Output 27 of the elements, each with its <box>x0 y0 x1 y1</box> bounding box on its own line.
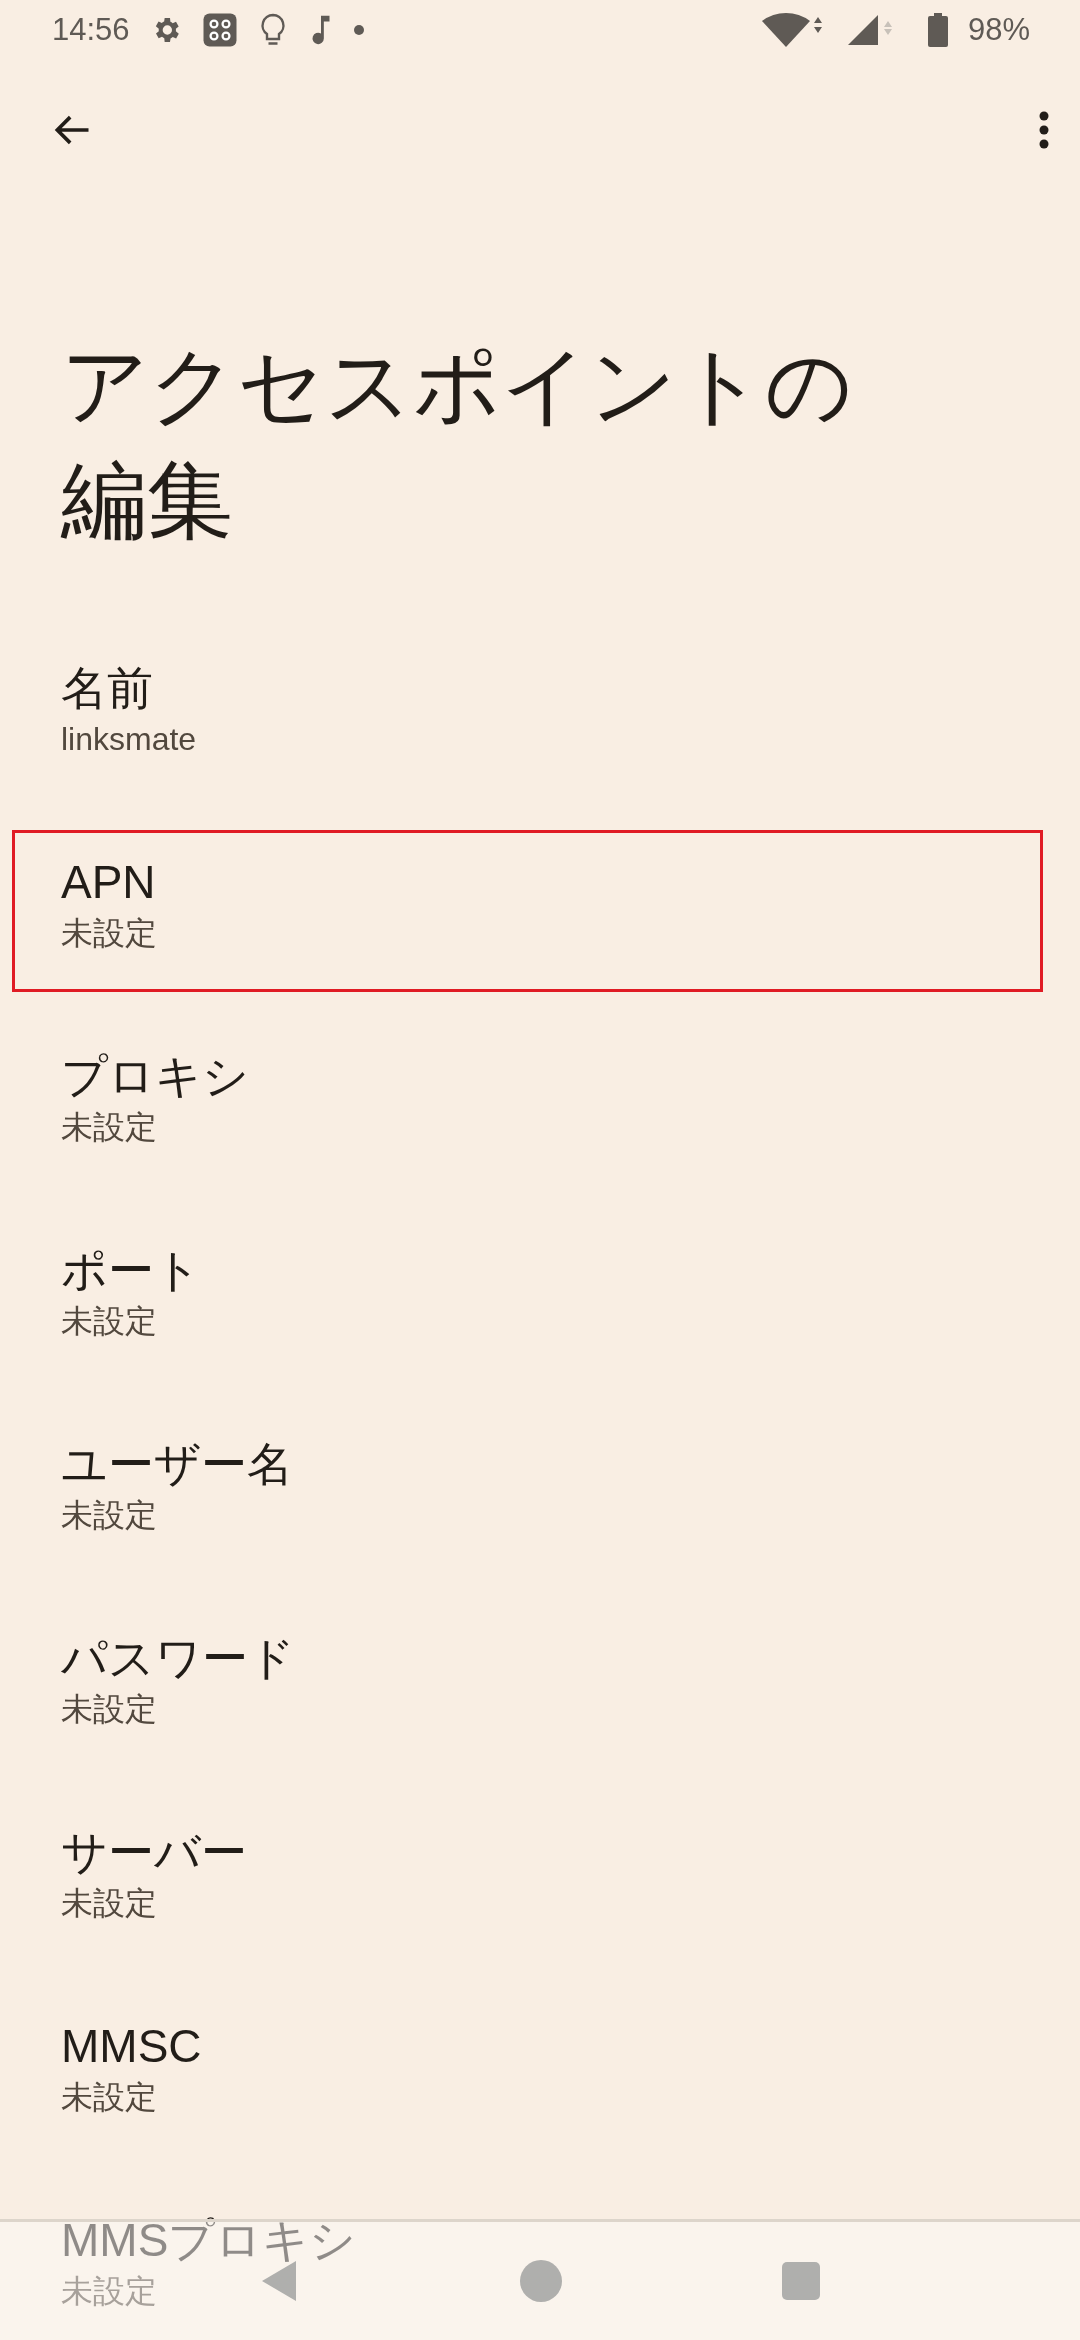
status-time: 14:56 <box>52 12 130 48</box>
setting-value: 未設定 <box>61 1690 157 1729</box>
kebab-menu-icon <box>1038 110 1050 150</box>
setting-value: linksmate <box>61 720 197 759</box>
battery-percent: 98% <box>967 12 1030 48</box>
setting-label: ユーザー名 <box>61 1437 293 1492</box>
page-title: アクセスポイントの編集 <box>61 337 853 548</box>
setting-value: 未設定 <box>61 914 157 953</box>
setting-value: 未設定 <box>61 1302 157 1341</box>
setting-value: 未設定 <box>61 1108 157 1147</box>
setting-label: APN <box>61 855 156 910</box>
setting-label: パスワード <box>61 1631 295 1686</box>
setting-label: プロキシ <box>61 1049 249 1104</box>
setting-label: サーバー <box>61 1825 247 1880</box>
setting-value: 未設定 <box>61 1496 157 1535</box>
setting-label: 名前 <box>61 661 153 716</box>
recents-square-icon[interactable] <box>782 2262 820 2300</box>
setting-value: 未設定 <box>61 2078 157 2117</box>
setting-label: MMSプロキシ <box>61 2213 357 2268</box>
app-grid-icon <box>201 12 238 48</box>
setting-value: 未設定 <box>61 2272 157 2311</box>
battery-icon <box>927 13 948 47</box>
setting-label: ポート <box>61 1243 201 1298</box>
setting-value: 未設定 <box>61 1884 157 1923</box>
dot-icon <box>353 25 364 35</box>
setting-label: MMSC <box>61 2019 202 2074</box>
home-circle-icon[interactable] <box>520 2260 562 2302</box>
